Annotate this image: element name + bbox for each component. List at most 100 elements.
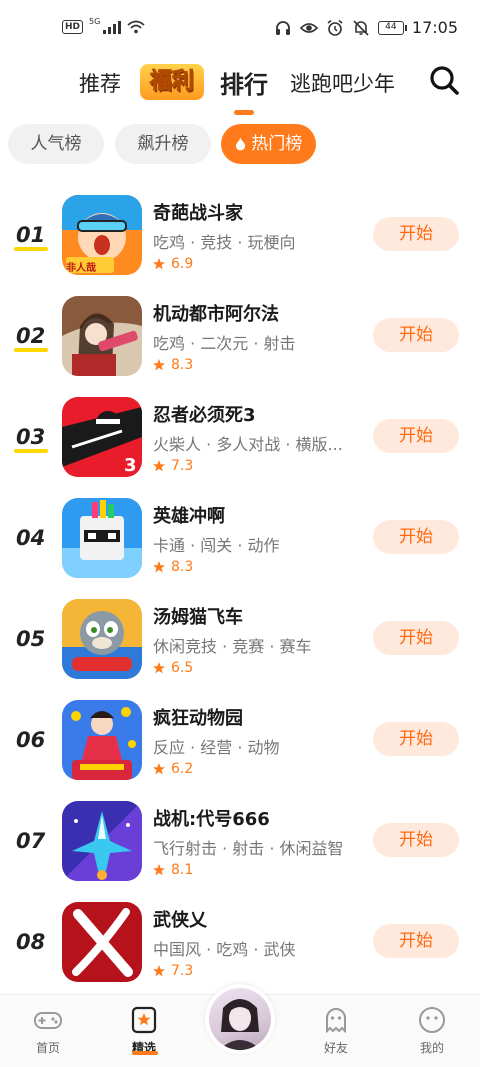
- rank-number: 04: [16, 526, 46, 550]
- game-rating: 8.3: [153, 559, 193, 575]
- top-nav: 推荐 福利 排行 逃跑吧少年: [0, 58, 480, 118]
- nav-friends-label: 好友: [323, 1041, 348, 1055]
- list-item[interactable]: 05 汤姆猫飞车 休闲竞技 · 竞赛 · 赛车 6.5 开始: [0, 597, 480, 697]
- start-button[interactable]: 开始: [373, 722, 459, 756]
- rating-value: 6.9: [171, 256, 194, 272]
- rank-number: 06: [16, 728, 46, 752]
- tab-welfare[interactable]: 福利: [140, 64, 204, 100]
- star-icon: [153, 359, 165, 371]
- start-button[interactable]: 开始: [373, 419, 459, 453]
- rating-value: 8.3: [171, 357, 194, 373]
- tab-active-indicator: [234, 110, 254, 115]
- game-icon[interactable]: [62, 902, 142, 982]
- game-name: 武侠乂: [153, 910, 207, 931]
- game-icon[interactable]: 3: [62, 397, 142, 477]
- nav-me[interactable]: 我的: [402, 1005, 462, 1056]
- chip-hot[interactable]: 热门榜: [221, 124, 316, 164]
- headphones-icon: [275, 20, 290, 35]
- rating-value: 6.2: [171, 761, 194, 777]
- flame-icon: [235, 137, 245, 151]
- battery-icon: 44: [377, 20, 407, 35]
- start-button[interactable]: 开始: [373, 217, 459, 251]
- star-icon: [153, 864, 165, 876]
- game-icon[interactable]: [62, 700, 142, 780]
- chip-hot-label: 热门榜: [251, 134, 303, 154]
- list-item[interactable]: 02 机动都市阿尔法 吃鸡 · 二次元 · 射击 8.3 开始: [0, 294, 480, 394]
- wifi-icon: [127, 20, 145, 34]
- avatar: [209, 988, 271, 1050]
- nav-friends[interactable]: 好友: [306, 1005, 366, 1056]
- game-name: 英雄冲啊: [153, 506, 225, 527]
- game-tags: 卡通 · 闯关 · 动作: [153, 536, 280, 555]
- game-tags: 飞行射击 · 射击 · 休闲益智: [153, 839, 344, 858]
- star-box-icon: [131, 1006, 157, 1034]
- network-type-label: 5G: [89, 16, 101, 26]
- star-icon: [153, 258, 165, 270]
- game-rating: 6.9: [153, 256, 193, 272]
- list-item[interactable]: 01 非人哉 奇葩战斗家 吃鸡 · 竞技 · 玩梗向 6.9 开始: [0, 193, 480, 293]
- rating-value: 8.1: [171, 862, 194, 878]
- rank-number: 02: [16, 324, 46, 348]
- nav-active-indicator: [132, 1051, 158, 1055]
- tab-recommend[interactable]: 推荐: [79, 68, 121, 98]
- nav-home-label: 首页: [35, 1041, 60, 1055]
- ghost-icon: [326, 1008, 346, 1034]
- eye-icon: [299, 22, 318, 33]
- nav-me-label: 我的: [419, 1041, 444, 1055]
- rating-value: 6.5: [171, 660, 194, 676]
- star-icon: [153, 662, 165, 674]
- game-name: 战机:代号666: [153, 809, 270, 830]
- game-icon[interactable]: [62, 599, 142, 679]
- start-button[interactable]: 开始: [373, 823, 459, 857]
- game-tags: 中国风 · 吃鸡 · 武侠: [153, 940, 296, 959]
- star-icon: [153, 460, 165, 472]
- rank-number: 07: [16, 829, 46, 853]
- hd-badge: HD: [62, 20, 84, 34]
- game-icon[interactable]: [62, 801, 142, 881]
- status-time: 17:05: [411, 18, 458, 37]
- start-button[interactable]: 开始: [373, 924, 459, 958]
- list-item[interactable]: 07 战机:代号666 飞行射击 · 射击 · 休闲益智 8.1 开始: [0, 799, 480, 899]
- game-tags: 反应 · 经营 · 动物: [153, 738, 280, 757]
- status-left: HD 5G: [62, 16, 145, 34]
- game-icon[interactable]: 非人哉: [62, 195, 142, 275]
- center-avatar-button[interactable]: [205, 984, 275, 1054]
- game-rating: 7.3: [153, 963, 193, 979]
- start-button[interactable]: 开始: [373, 318, 459, 352]
- game-icon[interactable]: [62, 498, 142, 578]
- rating-value: 7.3: [171, 963, 194, 979]
- rating-value: 7.3: [171, 458, 194, 474]
- game-rating: 6.5: [153, 660, 193, 676]
- start-button[interactable]: 开始: [373, 520, 459, 554]
- mute-bell-icon: [353, 19, 369, 36]
- game-tags: 吃鸡 · 竞技 · 玩梗向: [153, 233, 296, 252]
- star-icon: [153, 965, 165, 977]
- game-tags: 休闲竞技 · 竞赛 · 赛车: [153, 637, 312, 656]
- nav-home[interactable]: 首页: [18, 1005, 78, 1056]
- chip-rising[interactable]: 飙升榜: [115, 124, 211, 164]
- rank-number: 08: [16, 930, 46, 954]
- game-rating: 8.3: [153, 357, 193, 373]
- smiley-icon: [419, 1007, 445, 1033]
- chip-popular[interactable]: 人气榜: [8, 124, 104, 164]
- game-icon[interactable]: [62, 296, 142, 376]
- rank-number: 01: [16, 223, 46, 247]
- tab-ranking[interactable]: 排行: [220, 65, 268, 100]
- rank-underline: [14, 348, 48, 352]
- nav-featured[interactable]: 精选: [114, 1005, 174, 1056]
- signal-icon: [103, 20, 122, 34]
- search-icon[interactable]: [428, 64, 460, 96]
- rank-number: 05: [16, 627, 46, 651]
- list-item[interactable]: 04 英雄冲啊 卡通 · 闯关 · 动作 8.3 开始: [0, 496, 480, 596]
- game-tags: 吃鸡 · 二次元 · 射击: [153, 334, 296, 353]
- list-item[interactable]: 03 3 忍者必须死3 火柴人 · 多人对战 · 横版... 7.3 开始: [0, 395, 480, 495]
- list-item[interactable]: 06 疯狂动物园 反应 · 经营 · 动物 6.2 开始: [0, 698, 480, 798]
- tab-escape-boy[interactable]: 逃跑吧少年: [290, 68, 395, 98]
- alarm-icon: [327, 19, 343, 36]
- start-button[interactable]: 开始: [373, 621, 459, 655]
- gamepad-icon: [34, 1012, 62, 1029]
- game-rating: 7.3: [153, 458, 193, 474]
- game-name: 奇葩战斗家: [153, 203, 243, 224]
- rank-underline: [14, 247, 48, 251]
- game-name: 疯狂动物园: [153, 708, 243, 729]
